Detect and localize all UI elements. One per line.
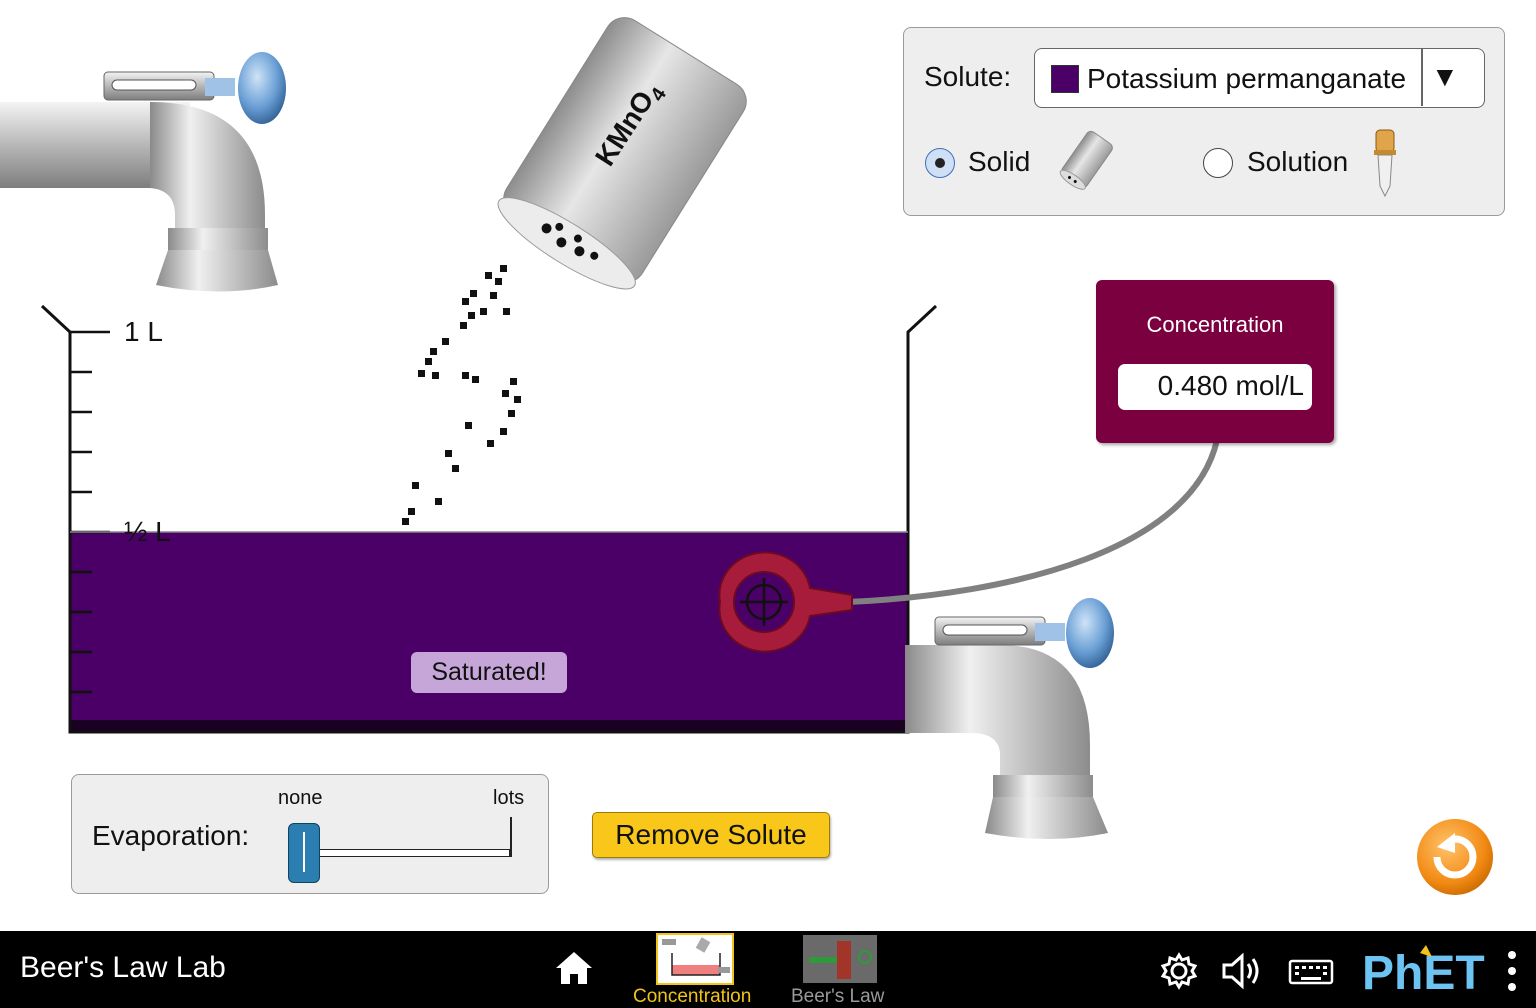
remove-solute-button[interactable]: Remove Solute <box>592 812 830 858</box>
combo-divider <box>1421 49 1423 106</box>
evaporation-max-label: lots <box>493 787 525 809</box>
evaporation-label: Evaporation: <box>92 820 250 851</box>
solute-selected-value: Potassium permanganate <box>1087 63 1407 94</box>
solution-radio[interactable] <box>1203 148 1233 178</box>
concentration-meter[interactable]: Concentration 0.480 mol/L <box>1096 280 1334 443</box>
concentration-probe[interactable] <box>712 430 1242 660</box>
evaporation-max-tick <box>510 817 512 857</box>
home-icon[interactable] <box>553 949 595 987</box>
volume-label-half-L: ½ L <box>124 516 171 547</box>
beers-law-screen-icon <box>809 941 872 979</box>
evaporation-panel: Evaporation: none lots <box>71 774 549 894</box>
phet-logo: PhET <box>1362 945 1485 999</box>
thumb-grip <box>303 832 305 872</box>
precipitate <box>70 720 908 732</box>
beers-law-screen-button[interactable] <box>803 935 877 983</box>
meter-title: Concentration <box>1146 312 1284 337</box>
phet-logo-text: PhET <box>1362 947 1485 999</box>
top-faucet[interactable] <box>0 40 300 300</box>
gear-icon[interactable] <box>1159 951 1199 991</box>
shaker-icon <box>1059 130 1113 190</box>
sound-icon[interactable] <box>1220 951 1266 991</box>
reset-all-button[interactable] <box>1415 817 1495 897</box>
solid-label: Solid <box>968 146 1031 177</box>
solid-radio[interactable] <box>925 148 955 178</box>
radio-selected-dot <box>935 158 945 168</box>
navigation-bar: Beer's Law Lab Concentration Beer's Law <box>0 931 1536 1008</box>
concentration-value: 0.480 mol/L <box>1118 364 1312 410</box>
beers-law-screen-label[interactable]: Beer's Law <box>791 986 884 1008</box>
concentration-screen-icon <box>662 937 730 976</box>
dropdown-arrow-icon[interactable]: ▼ <box>1431 61 1459 93</box>
concentration-screen-label[interactable]: Concentration <box>633 986 751 1008</box>
dropper-icon <box>1374 129 1396 198</box>
keyboard-icon[interactable] <box>1288 953 1334 989</box>
more-options-icon[interactable] <box>1504 949 1520 993</box>
evaporation-slider-thumb[interactable] <box>288 823 320 883</box>
solute-combo-box[interactable]: Potassium permanganate ▼ <box>1034 48 1485 108</box>
solute-color-swatch <box>1051 65 1079 93</box>
evaporation-slider-track[interactable] <box>316 849 510 857</box>
saturated-indicator: Saturated! <box>411 652 567 693</box>
solute-shaker[interactable]: KMnO4 <box>470 10 780 300</box>
volume-label-1L: 1 L <box>124 316 163 347</box>
app-title: Beer's Law Lab <box>20 951 226 984</box>
solute-label: Solute: <box>924 61 1012 92</box>
evaporation-min-label: none <box>278 787 323 809</box>
concentration-screen-button[interactable] <box>656 933 734 985</box>
solution-label: Solution <box>1247 146 1349 177</box>
